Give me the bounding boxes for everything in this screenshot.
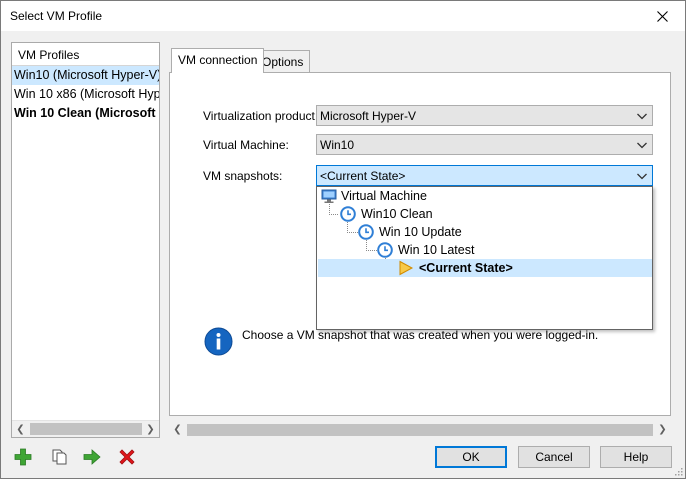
copy-profile-button[interactable] xyxy=(50,447,70,467)
vm-snapshots-select[interactable]: <Current State> xyxy=(316,165,653,186)
window-title: Select VM Profile xyxy=(10,9,103,23)
scroll-left-icon[interactable]: ❮ xyxy=(169,421,186,438)
snapshot-item-win10-clean[interactable]: Win10 Clean xyxy=(361,205,433,223)
virtual-machine-select[interactable]: Win10 xyxy=(316,134,653,155)
arrow-right-icon xyxy=(83,449,101,465)
delete-x-icon xyxy=(119,449,135,465)
snapshot-current-state-label: <Current State> xyxy=(419,261,513,275)
snapshot-item-win10-latest[interactable]: Win 10 Latest xyxy=(398,241,474,259)
info-message: Choose a VM snapshot that was created wh… xyxy=(242,328,599,342)
profile-item-win10[interactable]: Win10 (Microsoft Hyper-V) xyxy=(12,66,159,85)
resize-grip-icon[interactable] xyxy=(673,466,683,476)
tab-vm-connection[interactable]: VM connection xyxy=(171,48,265,73)
scroll-thumb[interactable] xyxy=(30,423,142,435)
plus-icon xyxy=(14,448,32,466)
virtual-machine-value: Win10 xyxy=(320,138,355,152)
profiles-horizontal-scrollbar[interactable]: ❮ ❯ xyxy=(12,420,159,437)
close-button[interactable] xyxy=(640,1,685,31)
vm-snapshots-value: <Current State> xyxy=(320,169,406,183)
chevron-down-icon xyxy=(637,173,647,180)
add-profile-button[interactable] xyxy=(13,447,33,467)
play-arrow-icon xyxy=(399,260,414,276)
chevron-down-icon xyxy=(637,113,647,120)
snapshot-item-current-state[interactable]: <Current State> xyxy=(318,259,652,277)
snapshot-item-virtual-machine[interactable]: Virtual Machine xyxy=(341,187,427,205)
virtualization-product-value: Microsoft Hyper-V xyxy=(320,109,417,123)
import-profile-button[interactable] xyxy=(82,447,102,467)
scroll-thumb[interactable] xyxy=(187,424,653,436)
snapshot-item-win10-update[interactable]: Win 10 Update xyxy=(379,223,462,241)
scroll-right-icon[interactable]: ❯ xyxy=(654,421,671,438)
profile-item-win10-x86[interactable]: Win 10 x86 (Microsoft Hyper-V) xyxy=(12,85,159,104)
copy-icon xyxy=(52,449,67,465)
virtualization-product-label: Virtualization product: xyxy=(203,109,319,123)
select-vm-profile-dialog: Select VM Profile VM Profiles Win10 (Mic… xyxy=(0,0,686,479)
vm-profiles-list[interactable]: VM Profiles Win10 (Microsoft Hyper-V) Wi… xyxy=(11,42,160,438)
virtual-machine-label: Virtual Machine: xyxy=(203,138,289,152)
cancel-button[interactable]: Cancel xyxy=(518,446,590,468)
vm-snapshots-label: VM snapshots: xyxy=(203,169,283,183)
delete-profile-button[interactable] xyxy=(117,447,137,467)
close-icon xyxy=(657,10,668,22)
scroll-left-icon[interactable]: ❮ xyxy=(12,421,29,437)
vm-profiles-header: VM Profiles xyxy=(12,43,159,66)
chevron-down-icon xyxy=(637,142,647,149)
clock-icon xyxy=(377,242,393,258)
ok-button[interactable]: OK xyxy=(435,446,507,468)
info-icon xyxy=(204,327,233,356)
help-button[interactable]: Help xyxy=(600,446,672,468)
panel-horizontal-scrollbar[interactable]: ❮ ❯ xyxy=(169,421,671,438)
monitor-icon xyxy=(321,189,337,203)
profile-item-win10-clean[interactable]: Win 10 Clean (Microsoft Hyper-V) xyxy=(12,104,159,123)
scroll-right-icon[interactable]: ❯ xyxy=(142,421,159,437)
title-bar: Select VM Profile xyxy=(1,1,685,31)
clock-icon xyxy=(358,224,374,240)
virtualization-product-select[interactable]: Microsoft Hyper-V xyxy=(316,105,653,126)
clock-icon xyxy=(340,206,356,222)
vm-snapshots-dropdown[interactable]: Virtual Machine Win10 Clean Win 10 Updat… xyxy=(316,186,653,330)
